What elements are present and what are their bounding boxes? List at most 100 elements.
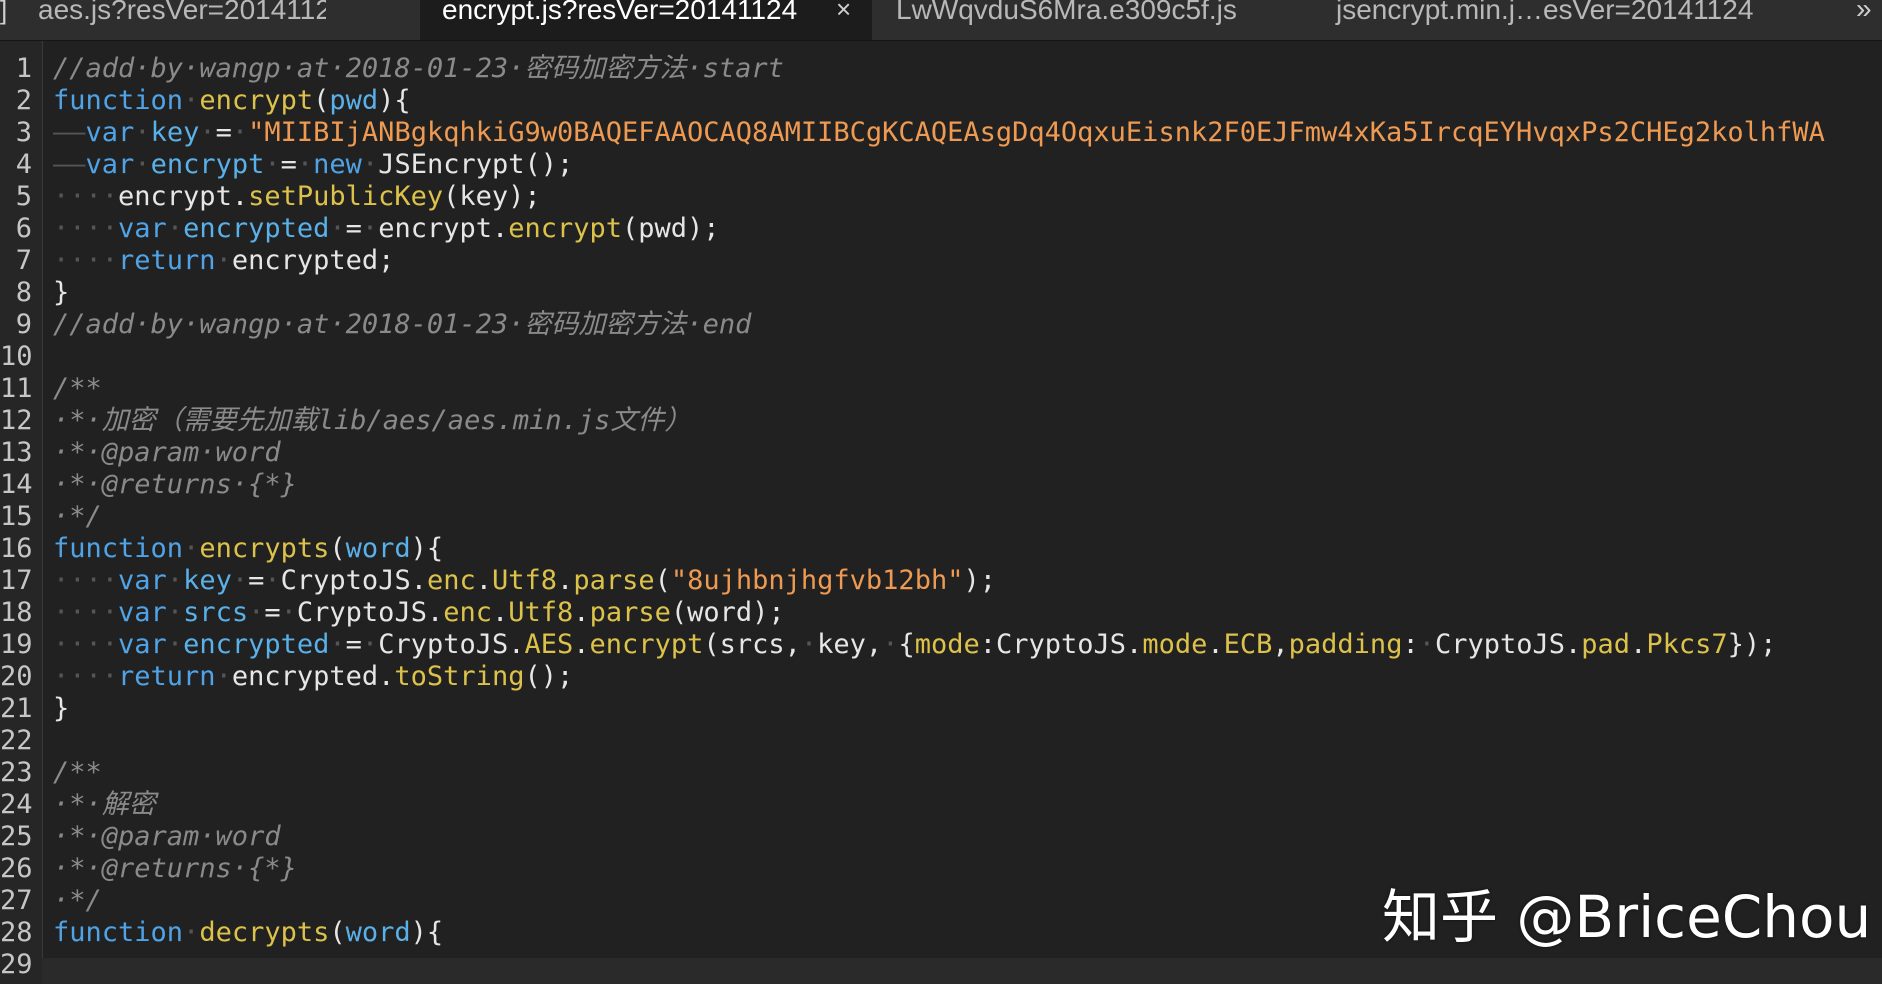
code-token-plain: CryptoJS. <box>296 597 444 628</box>
code-editor[interactable]: 1 //add·by·wangp·at·2018-01-23·密码加密方法·sta… <box>0 41 1882 984</box>
code-token-comment: ·*·@param·word <box>53 821 281 852</box>
tab-left-edge: ] <box>0 0 8 25</box>
line-number: 1 <box>15 53 32 84</box>
code-text: ——var·key·=·"MIIBIjANBgkqhkiG9w0BAQEFAAO… <box>53 117 1825 149</box>
chevron-right-icon[interactable]: » <box>1856 0 1882 40</box>
code-line[interactable]: 25 ·*·@param·word <box>0 821 1882 853</box>
code-token-comment: ·*·解密 <box>53 789 156 820</box>
code-line[interactable]: 6 ····var·encrypted·=·encrypt.encrypt(pwd… <box>0 213 1882 245</box>
code-token-op: = <box>345 629 362 660</box>
code-token-func: encrypts <box>199 533 330 564</box>
code-line[interactable]: 23 /** <box>0 757 1882 789</box>
line-number: 26 <box>0 853 33 884</box>
code-line[interactable]: 24 ·*·解密 <box>0 789 1882 821</box>
code-token-punct: ( <box>313 85 330 116</box>
code-token-punct: ){ <box>410 533 444 564</box>
code-text: /** <box>53 373 102 405</box>
tab-label: aes.js?resVer=20141124 <box>38 0 326 25</box>
tab-jsencrypt-min-js[interactable]: jsencrypt.min.j…esVer=20141124 <box>1320 0 1790 40</box>
code-text: ····var·encrypted·=·encrypt.encrypt(pwd)… <box>53 213 720 245</box>
code-token-method: encrypt <box>589 629 704 660</box>
code-token-comment: ·*·@returns·{*} <box>53 853 297 884</box>
line-number: 2 <box>15 85 32 116</box>
line-number: 25 <box>0 821 33 852</box>
tab-label: jsencrypt.min.j…esVer=20141124 <box>1336 0 1754 25</box>
code-area[interactable]: 1 //add·by·wangp·at·2018-01-23·密码加密方法·sta… <box>0 53 1882 981</box>
code-token-plain: encrypt. <box>378 213 509 244</box>
code-token-method: encrypt <box>508 213 623 244</box>
code-token-method: AES <box>524 629 574 660</box>
code-line[interactable]: 9 //add·by·wangp·at·2018-01-23·密码加密方法·end <box>0 309 1882 341</box>
code-text: ·*·加密（需要先加载lib/aes/aes.min.js文件） <box>53 405 691 437</box>
code-line[interactable]: 2 function·encrypt(pwd){ <box>0 85 1882 117</box>
code-token-plain: . <box>573 629 590 660</box>
code-token-ws: · <box>166 629 184 660</box>
code-token-plain: . <box>475 565 493 596</box>
code-token-keyword: var <box>118 213 167 244</box>
code-text: ·*/ <box>53 885 102 917</box>
code-token-comment: /** <box>53 373 102 404</box>
code-token-plain: encrypted. <box>231 661 395 692</box>
code-line[interactable]: 3 ——var·key·=·"MIIBIjANBgkqhkiG9w0BAQEFAA… <box>0 117 1882 149</box>
line-number: 10 <box>0 341 33 372</box>
tab-encrypt-js[interactable]: encrypt.js?resVer=20141124 × <box>420 0 872 40</box>
code-token-punct: (srcs, <box>703 629 801 660</box>
code-line[interactable]: 19 ····var·encrypted·=·CryptoJS.AES.encry… <box>0 629 1882 661</box>
code-token-punct: (); <box>524 149 574 180</box>
line-number: 14 <box>0 469 33 500</box>
code-token-keyword: function <box>53 533 184 564</box>
close-icon[interactable]: × <box>836 0 851 22</box>
horizontal-scrollbar[interactable] <box>42 958 1882 984</box>
code-token-comment: ·*·@param·word <box>53 437 281 468</box>
code-line[interactable]: 12 ·*·加密（需要先加载lib/aes/aes.min.js文件） <box>0 405 1882 437</box>
code-line[interactable]: 18 ····var·srcs·=·CryptoJS.enc.Utf8.parse… <box>0 597 1882 629</box>
code-token-punct: (word); <box>670 597 785 628</box>
tab-lwwqvdus6mra-js[interactable]: LwWqvduS6Mra.e309c5f.js <box>880 0 1300 40</box>
line-number: 15 <box>0 501 33 532</box>
code-token-decl: encrypt <box>150 149 265 180</box>
code-token-comment: ·*·加密（需要先加载lib/aes/aes.min.js文件） <box>53 405 692 436</box>
code-token-plain: . <box>492 597 509 628</box>
code-token-func: encrypt <box>199 85 314 116</box>
code-token-ws: · <box>800 629 818 660</box>
code-line[interactable]: 16 function·encrypts(word){ <box>0 533 1882 565</box>
code-line[interactable]: 17 ····var·key·=·CryptoJS.enc.Utf8.parse(… <box>0 565 1882 597</box>
code-token-string: "8ujhbnjhgfvb12bh" <box>670 565 964 596</box>
line-number: 3 <box>15 117 32 148</box>
code-line[interactable]: 13 ·*·@param·word <box>0 437 1882 469</box>
code-line[interactable]: 15 ·*/ <box>0 501 1882 533</box>
watermark: 知乎 @BriceChou <box>1382 883 1872 951</box>
code-line[interactable]: 10 <box>0 341 1882 373</box>
code-token-plain: encrypted; <box>231 245 395 276</box>
code-line[interactable]: 20 ····return·encrypted.toString(); <box>0 661 1882 693</box>
code-token-ws: · <box>183 85 200 116</box>
line-number: 4 <box>15 149 32 180</box>
tab-aes-js[interactable]: aes.js?resVer=20141124 <box>14 0 326 40</box>
code-token-plain: . <box>557 565 574 596</box>
code-line[interactable]: 7 ····return·encrypted; <box>0 245 1882 277</box>
code-line[interactable]: 4 ——var·encrypt·=·new·JSEncrypt(); <box>0 149 1882 181</box>
code-line[interactable]: 5 ····encrypt.setPublicKey(key); <box>0 181 1882 213</box>
code-line[interactable]: 11 /** <box>0 373 1882 405</box>
code-token-plain: JSEncrypt <box>378 149 525 180</box>
code-token-ws: · <box>361 213 379 244</box>
code-token-keyword: function <box>53 85 184 116</box>
code-line[interactable]: 8} <box>0 277 1882 309</box>
code-token-method: enc <box>426 565 476 596</box>
line-number: 12 <box>0 405 33 436</box>
code-token-method: mode <box>914 629 980 660</box>
code-token-op: = <box>345 213 362 244</box>
tab-label: LwWqvduS6Mra.e309c5f.js <box>896 0 1237 25</box>
code-line[interactable]: 22 <box>0 725 1882 757</box>
code-token-method: parse <box>573 565 655 596</box>
code-token-ws: · <box>882 629 899 660</box>
code-line[interactable]: 14 ·*·@returns·{*} <box>0 469 1882 501</box>
code-text: function·decrypts(word){ <box>53 917 443 949</box>
code-token-ws: · <box>361 629 379 660</box>
code-token-punct: (key); <box>443 181 541 212</box>
code-line[interactable]: 21} <box>0 693 1882 725</box>
code-token-ws: · <box>183 917 200 948</box>
code-token-punct: ){ <box>410 917 444 948</box>
code-text: ·*/ <box>53 501 102 533</box>
code-line[interactable]: 1 //add·by·wangp·at·2018-01-23·密码加密方法·sta… <box>0 53 1882 85</box>
